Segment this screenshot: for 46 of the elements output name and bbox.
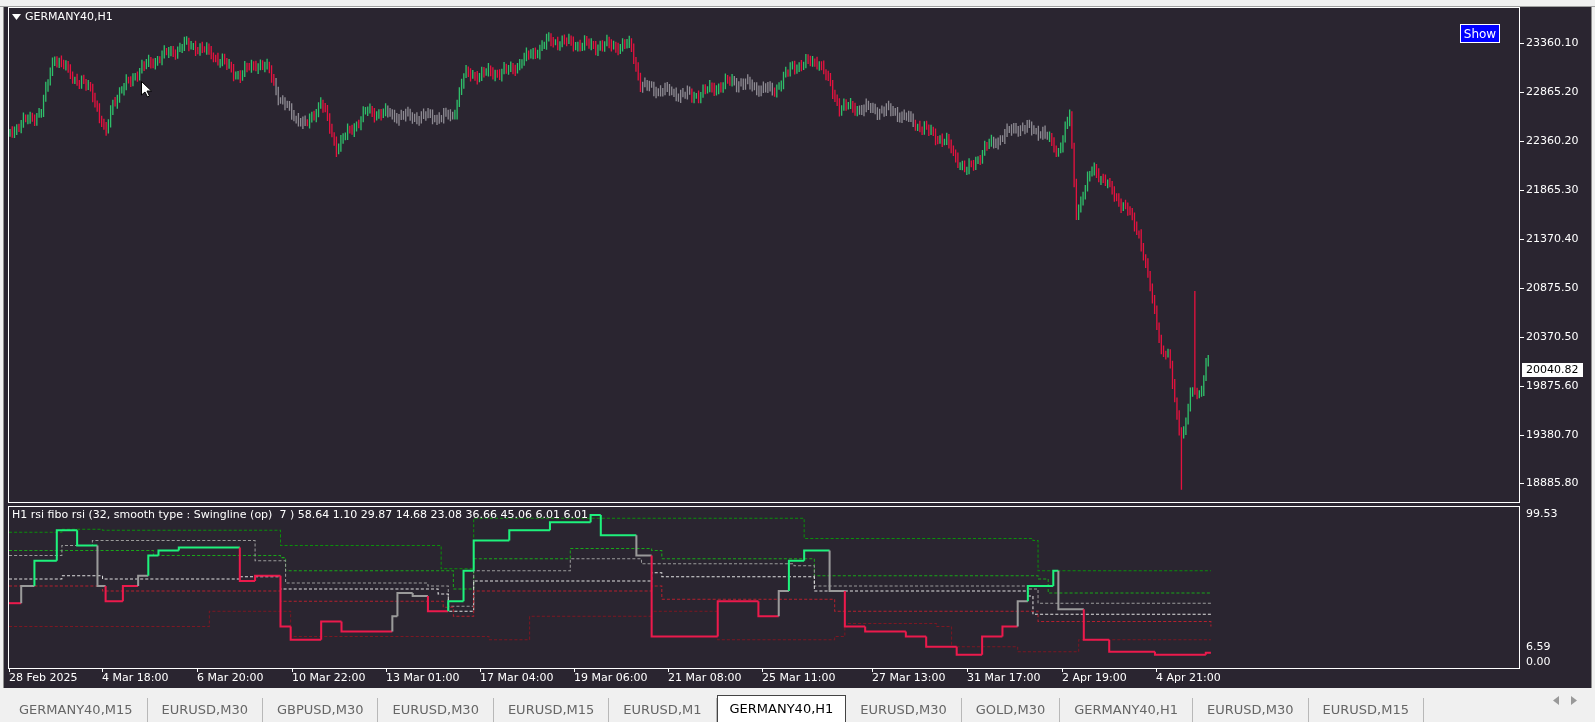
time-label: 25 Mar 11:00	[762, 671, 836, 685]
time-label: 4 Mar 18:00	[102, 671, 169, 685]
time-label: 27 Mar 13:00	[872, 671, 946, 685]
price-label: 20875.50	[1526, 281, 1579, 295]
current-price-label: 20040.82	[1522, 363, 1583, 377]
time-label: 10 Mar 22:00	[292, 671, 366, 685]
time-label: 17 Mar 04:00	[480, 671, 554, 685]
indicator-title: H1 rsi fibo rsi (32, smooth type : Swingline (op) 7 ) 58.64 1.10 29.87 14.68 23.08 36.66 45.06 6.01 6.01	[12, 508, 589, 522]
chart-tab[interactable]: EURUSD,M30	[147, 698, 263, 722]
time-label: 13 Mar 01:00	[386, 671, 460, 685]
chart-tab[interactable]: EURUSD,M1	[609, 698, 717, 722]
chart-tab[interactable]: GERMANY40,H1	[1060, 698, 1194, 722]
time-label: 21 Mar 08:00	[668, 671, 742, 685]
indicator-scale-label: 99.53	[1526, 507, 1558, 521]
price-label: 23360.10	[1526, 36, 1579, 50]
chart-tab[interactable]: GERMANY40,M15	[5, 698, 148, 722]
time-label: 31 Mar 17:00	[967, 671, 1041, 685]
dropdown-triangle-icon[interactable]	[12, 14, 21, 20]
chart-tab[interactable]: EURUSD,M30	[378, 698, 494, 722]
chart-tab[interactable]: EURUSD,M30	[846, 698, 962, 722]
indicator-scale-label: 6.59	[1526, 640, 1551, 654]
price-label: 22865.20	[1526, 85, 1579, 99]
indicator-scale-label: 0.00	[1526, 655, 1551, 669]
price-label: 22360.20	[1526, 134, 1579, 148]
price-label: 18885.80	[1526, 476, 1579, 490]
price-label: 20370.50	[1526, 330, 1579, 344]
scroll-right-icon[interactable]	[1571, 696, 1577, 705]
price-label: 19380.70	[1526, 428, 1579, 442]
price-label: 19875.60	[1526, 379, 1579, 393]
time-label: 4 Apr 21:00	[1156, 671, 1221, 685]
chart-tab[interactable]: EURUSD,M15	[1308, 698, 1424, 722]
time-label: 28 Feb 2025	[9, 671, 78, 685]
chart-tab[interactable]: EURUSD,M30	[1193, 698, 1309, 722]
chart-tab[interactable]: GOLD,M30	[961, 698, 1061, 722]
price-label: 21370.40	[1526, 232, 1579, 246]
time-label: 2 Apr 19:00	[1062, 671, 1127, 685]
chart-tab[interactable]: GBPUSD,M30	[262, 698, 379, 722]
time-label: 6 Mar 20:00	[197, 671, 264, 685]
chart-tab[interactable]: GERMANY40,H1	[716, 695, 847, 722]
chart-tab[interactable]: EURUSD,M15	[493, 698, 610, 722]
scroll-left-icon[interactable]	[1553, 696, 1559, 705]
time-label: 19 Mar 06:00	[574, 671, 648, 685]
chart-title: GERMANY40,H1	[25, 10, 113, 24]
mouse-pointer-icon	[141, 81, 152, 98]
show-button[interactable]: Show	[1460, 24, 1500, 43]
price-label: 21865.30	[1526, 183, 1579, 197]
